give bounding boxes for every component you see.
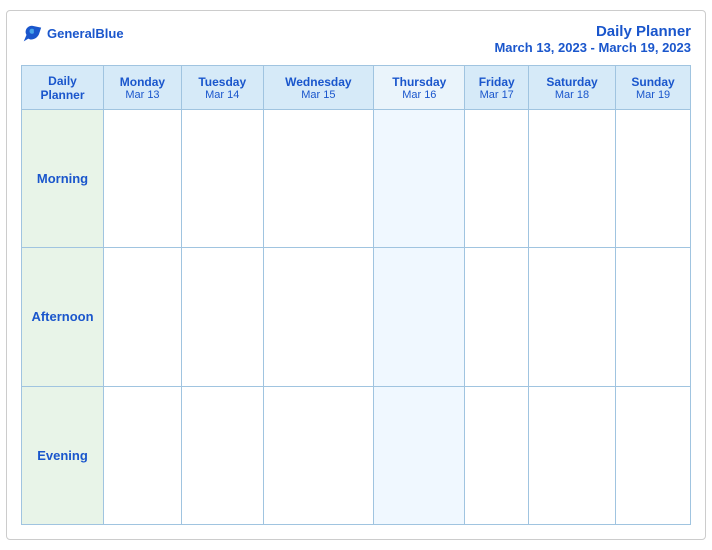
monday-name: Monday — [106, 75, 179, 89]
col-header-saturday: Saturday Mar 18 — [528, 66, 615, 110]
evening-label: Evening — [22, 386, 104, 524]
main-title: Daily Planner — [494, 23, 691, 40]
saturday-date: Mar 18 — [531, 89, 613, 101]
evening-saturday[interactable] — [528, 386, 615, 524]
logo: GeneralBlue — [21, 23, 124, 45]
afternoon-label: Afternoon — [22, 248, 104, 386]
afternoon-saturday[interactable] — [528, 248, 615, 386]
col-header-thursday: Thursday Mar 16 — [374, 66, 465, 110]
saturday-name: Saturday — [531, 75, 613, 89]
col-header-sunday: Sunday Mar 19 — [616, 66, 691, 110]
morning-wednesday[interactable] — [263, 110, 374, 248]
header: GeneralBlue Daily Planner March 13, 2023… — [21, 23, 691, 55]
morning-tuesday[interactable] — [181, 110, 263, 248]
bird-logo-icon — [21, 23, 43, 45]
wednesday-date: Mar 15 — [266, 89, 372, 101]
evening-thursday[interactable] — [374, 386, 465, 524]
morning-sunday[interactable] — [616, 110, 691, 248]
afternoon-wednesday[interactable] — [263, 248, 374, 386]
col-header-wednesday: Wednesday Mar 15 — [263, 66, 374, 110]
evening-friday[interactable] — [465, 386, 528, 524]
sunday-date: Mar 19 — [618, 89, 688, 101]
evening-monday[interactable] — [104, 386, 182, 524]
morning-monday[interactable] — [104, 110, 182, 248]
page-container: GeneralBlue Daily Planner March 13, 2023… — [6, 10, 706, 540]
evening-row: Evening — [22, 386, 691, 524]
evening-sunday[interactable] — [616, 386, 691, 524]
afternoon-thursday[interactable] — [374, 248, 465, 386]
col-header-tuesday: Tuesday Mar 14 — [181, 66, 263, 110]
afternoon-monday[interactable] — [104, 248, 182, 386]
tuesday-date: Mar 14 — [184, 89, 261, 101]
col-label-name2: Planner — [24, 88, 101, 102]
afternoon-sunday[interactable] — [616, 248, 691, 386]
morning-friday[interactable] — [465, 110, 528, 248]
morning-thursday[interactable] — [374, 110, 465, 248]
logo-blue: Blue — [95, 26, 123, 41]
monday-date: Mar 13 — [106, 89, 179, 101]
col-label-name: Daily — [24, 74, 101, 88]
date-range: March 13, 2023 - March 19, 2023 — [494, 40, 691, 55]
morning-saturday[interactable] — [528, 110, 615, 248]
sunday-name: Sunday — [618, 75, 688, 89]
tuesday-name: Tuesday — [184, 75, 261, 89]
afternoon-friday[interactable] — [465, 248, 528, 386]
header-row: Daily Planner Monday Mar 13 Tuesday Mar … — [22, 66, 691, 110]
evening-wednesday[interactable] — [263, 386, 374, 524]
evening-tuesday[interactable] — [181, 386, 263, 524]
friday-name: Friday — [467, 75, 525, 89]
thursday-name: Thursday — [376, 75, 462, 89]
morning-row: Morning — [22, 110, 691, 248]
col-header-monday: Monday Mar 13 — [104, 66, 182, 110]
calendar-table: Daily Planner Monday Mar 13 Tuesday Mar … — [21, 65, 691, 525]
logo-general: General — [47, 26, 95, 41]
wednesday-name: Wednesday — [266, 75, 372, 89]
col-header-friday: Friday Mar 17 — [465, 66, 528, 110]
col-header-label: Daily Planner — [22, 66, 104, 110]
thursday-date: Mar 16 — [376, 89, 462, 101]
morning-label: Morning — [22, 110, 104, 248]
afternoon-row: Afternoon — [22, 248, 691, 386]
title-block: Daily Planner March 13, 2023 - March 19,… — [494, 23, 691, 55]
afternoon-tuesday[interactable] — [181, 248, 263, 386]
friday-date: Mar 17 — [467, 89, 525, 101]
